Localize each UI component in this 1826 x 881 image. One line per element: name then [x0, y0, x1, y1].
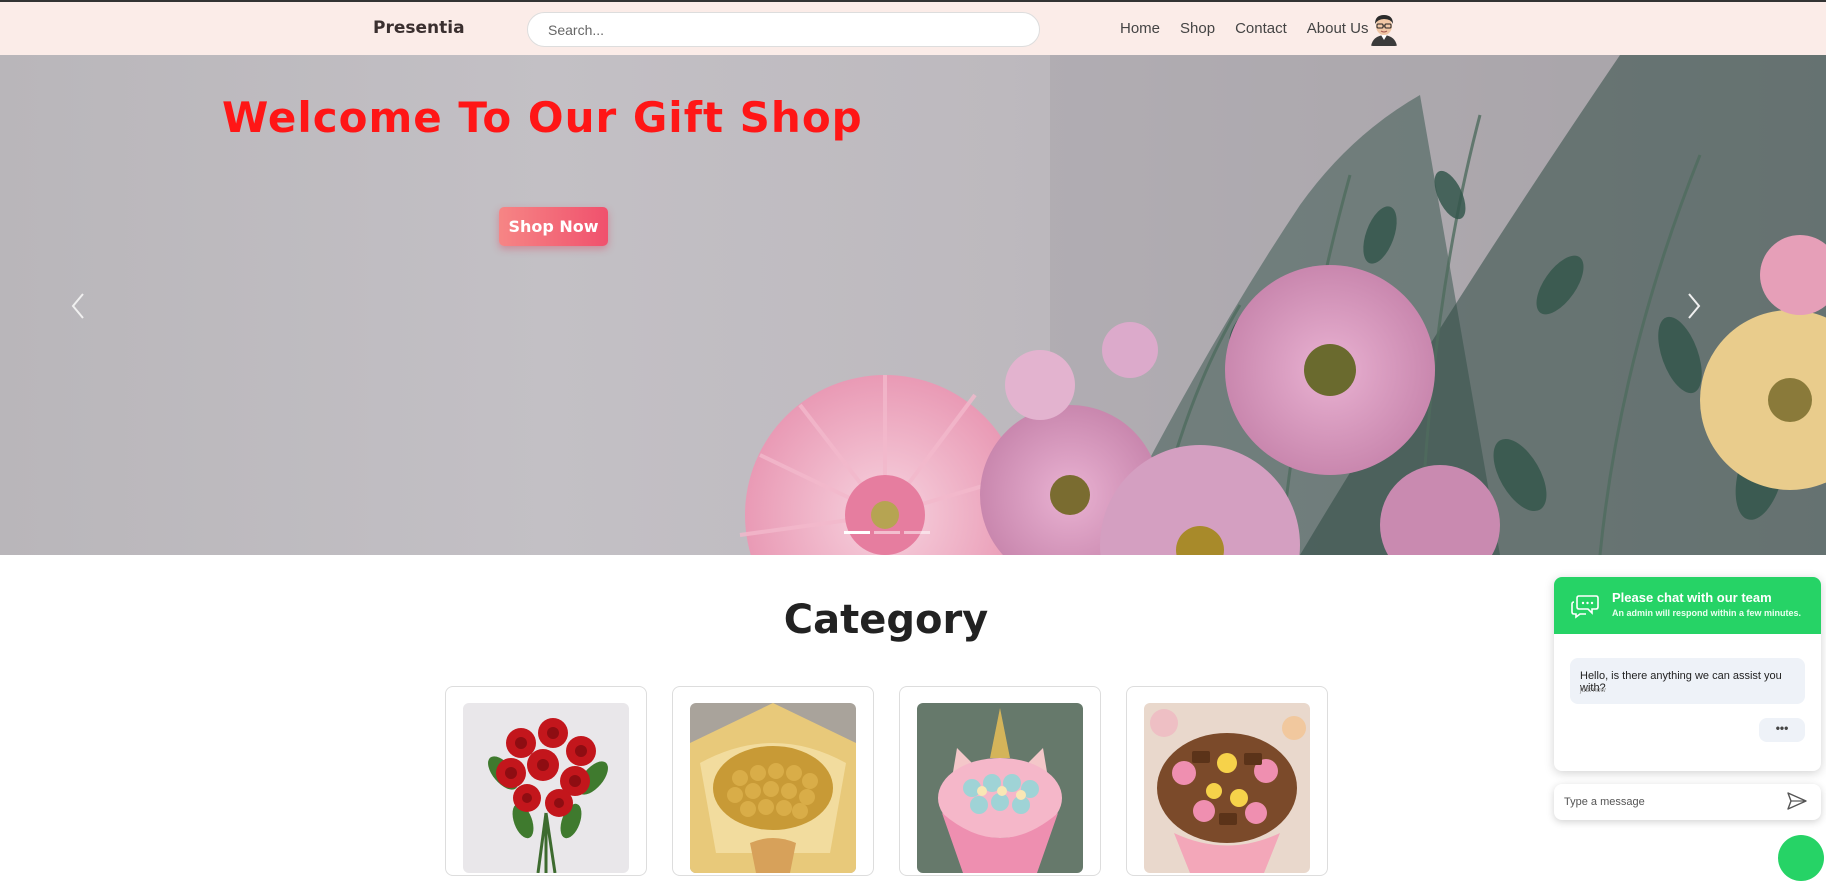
nav-link-shop[interactable]: Shop [1180, 20, 1215, 37]
category-image-chocolate-flower-bouquet [1144, 703, 1310, 873]
chat-message-text: Hello, is there anything we can assist y… [1580, 670, 1782, 694]
category-card-roses[interactable] [445, 686, 647, 876]
carousel-prev-icon[interactable] [70, 292, 86, 327]
navbar: Presentia Home Shop Contact About Us [0, 2, 1826, 55]
user-avatar-icon [1369, 12, 1399, 46]
nav-link-home[interactable]: Home [1120, 20, 1160, 37]
carousel-indicator-2[interactable] [874, 531, 900, 534]
category-image-unicorn-bouquet [917, 703, 1083, 873]
category-heading: Category [783, 597, 989, 643]
carousel-indicator-3[interactable] [904, 531, 930, 534]
category-image-chocolate-bouquet [690, 703, 856, 873]
category-card-chocolate-flower-bouquet[interactable] [1126, 686, 1328, 876]
chat-input-bar [1554, 784, 1821, 820]
carousel-indicator-1[interactable] [844, 531, 870, 534]
brand-logo[interactable]: Presentia [373, 18, 465, 38]
carousel-indicators [844, 531, 930, 534]
hero-carousel: Welcome To Our Gift Shop Shop Now [0, 55, 1826, 555]
typing-indicator: ••• [1759, 718, 1805, 742]
chat-message-time: just now [1580, 687, 1606, 694]
user-avatar[interactable] [1369, 12, 1399, 46]
nav-link-about-us[interactable]: About Us [1307, 20, 1369, 37]
chat-header: Please chat with our team An admin will … [1554, 577, 1821, 634]
carousel-next-icon[interactable] [1686, 292, 1702, 327]
category-card-chocolate-bouquet[interactable] [672, 686, 874, 876]
chat-widget: Please chat with our team An admin will … [1554, 577, 1821, 771]
chat-toggle-button[interactable] [1778, 835, 1824, 881]
send-icon [1787, 792, 1807, 810]
chat-header-title: Please chat with our team [1612, 590, 1772, 605]
category-card-unicorn-bouquet[interactable] [899, 686, 1101, 876]
shop-now-button[interactable]: Shop Now [499, 207, 608, 246]
chat-header-subtitle: An admin will respond within a few minut… [1612, 608, 1802, 618]
hero-title: Welcome To Our Gift Shop [222, 93, 863, 142]
nav-links: Home Shop Contact About Us [1120, 20, 1388, 37]
search-input[interactable] [527, 12, 1040, 47]
nav-link-contact[interactable]: Contact [1235, 20, 1287, 37]
chat-message-bubble: Hello, is there anything we can assist y… [1570, 658, 1805, 704]
category-image-roses [463, 703, 629, 873]
chat-bubbles-icon [1571, 595, 1599, 619]
send-button[interactable] [1787, 792, 1809, 812]
chat-message-input[interactable] [1564, 792, 1774, 812]
